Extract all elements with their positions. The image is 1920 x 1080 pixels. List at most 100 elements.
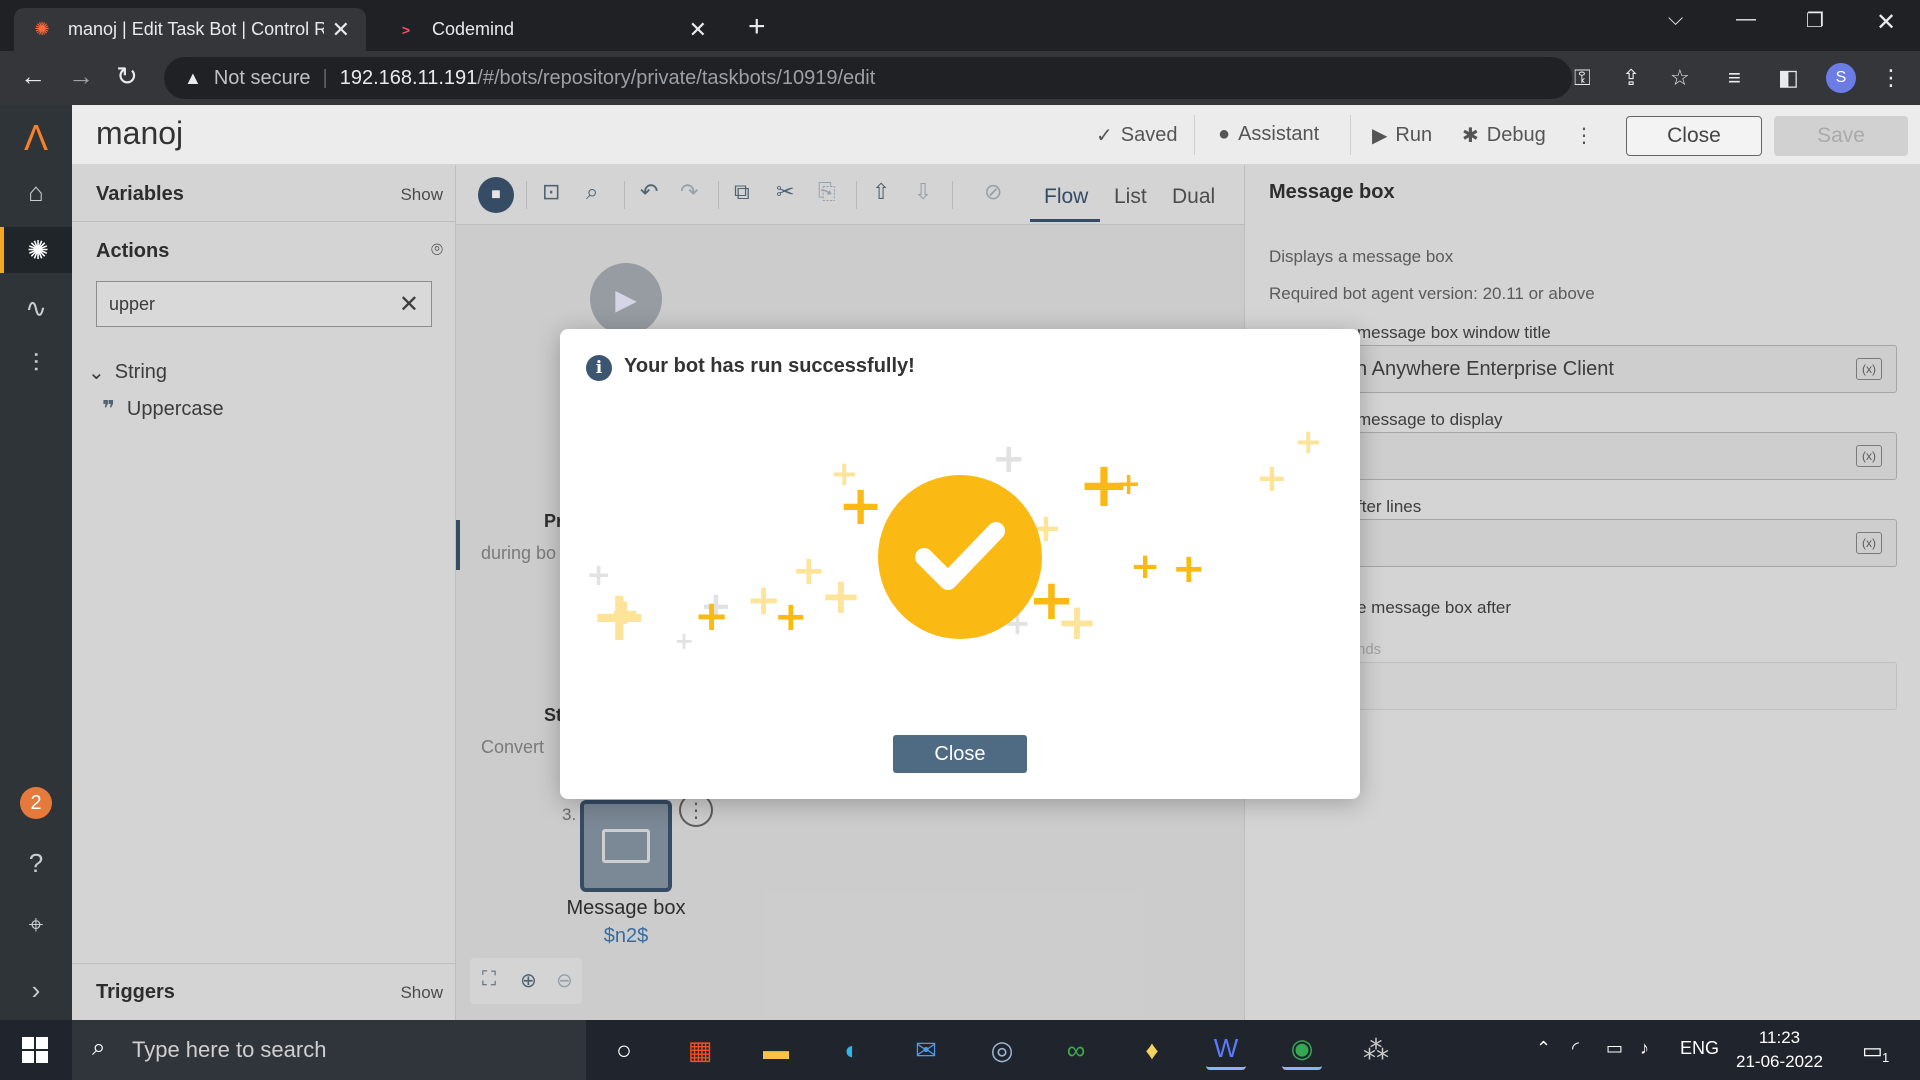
codemind-favicon: > [401,21,411,38]
restore-icon[interactable]: ❐ [1806,8,1824,33]
sparkle-icon: + [830,454,859,494]
notifications[interactable]: 2 [0,780,72,826]
bug-icon: ✱ [1462,125,1479,147]
chrome-menu-icon[interactable]: ⋮ [1880,65,1902,91]
volume-icon[interactable]: ♪ [1640,1038,1649,1059]
bots-icon[interactable]: ✺ [0,227,72,273]
divider [1350,115,1351,155]
new-tab-icon[interactable]: + [748,10,766,44]
location-check-icon[interactable]: ⌖ [0,902,72,948]
file-explorer-icon[interactable]: ▬ [756,1030,796,1070]
manage-icon[interactable]: ⫶ [0,341,72,387]
search-icon: ⌕ [92,1034,106,1061]
success-dialog: i Your bot has run successfully! + + + +… [560,329,1360,799]
microsoft-store-icon[interactable]: ▦ [680,1030,720,1070]
dialog-close-button[interactable]: Close [893,735,1027,773]
webex-icon[interactable]: W [1206,1030,1246,1070]
search-placeholder: Type here to search [132,1037,327,1062]
sparkle-icon: + [1256,456,1288,500]
geeksforgeeks-icon[interactable]: ∞ [1056,1030,1096,1070]
notification-count: 1 [1882,1050,1890,1065]
expand-rail-icon[interactable]: › [0,967,72,1013]
edge-icon[interactable]: ◐ [832,1030,872,1070]
tab-codemind[interactable]: > Codemind ✕ [378,8,723,51]
play-icon: ▶ [1372,125,1388,147]
battery-icon[interactable]: ▭ [1606,1038,1623,1059]
bot-name: manoj [96,115,184,151]
cortana-icon[interactable]: ○ [604,1030,644,1070]
address-bar-row: ← → ↻ ▲ Not secure | 192.168.11.191 /#/b… [0,51,1920,105]
home-icon[interactable]: ⌂ [0,169,72,215]
sparkle-icon: + [1294,422,1323,462]
security-label: Not secure [213,66,311,89]
windows-start-icon[interactable] [22,1037,48,1063]
more-options-icon[interactable]: ⋮ [1574,123,1594,148]
sparkle-icon: + [610,592,641,633]
url-field[interactable]: ▲ Not secure | 192.168.11.191 /#/bots/re… [164,57,1572,99]
url-host: 192.168.11.191 [339,66,478,89]
side-panel-icon[interactable]: ◧ [1778,65,1799,91]
tab-title: Codemind [432,19,515,39]
close-tab-icon[interactable]: ✕ [689,17,707,43]
share-icon[interactable]: ⇪ [1622,65,1640,91]
notification-center-icon[interactable]: ▭ [1862,1038,1883,1064]
run-label: Run [1395,124,1433,146]
close-window-icon[interactable]: ✕ [1876,8,1896,37]
dialog-message: Your bot has run successfully! [624,355,915,377]
assistant-button[interactable]: ● Assistant [1218,123,1319,146]
media-icon[interactable]: ≡ [1728,65,1741,91]
reload-icon[interactable]: ↻ [116,61,138,92]
time: 11:23 [1758,1028,1801,1047]
close-tab-icon[interactable]: ✕ [332,17,350,43]
show-hidden-icons[interactable]: ⌃ [1536,1038,1551,1059]
profile-avatar[interactable]: S [1826,63,1856,93]
windows-taskbar: ⌕ Type here to search ○ ▦ ▬ ◐ ✉ ◎ ∞ ♦ W … [0,1020,1920,1080]
debug-button[interactable]: ✱ Debug [1462,123,1546,148]
webex-meetings-icon[interactable]: ⁂ [1356,1030,1396,1070]
sparkle-icon: + [992,436,1026,482]
sparkle-icon: + [1116,467,1142,502]
browser-tab-strip: ✺ manoj | Edit Task Bot | Control Ro ✕ >… [0,0,1920,51]
info-icon: i [586,355,612,381]
help-icon[interactable]: ? [0,840,72,886]
editor-header: manoj ✓ Saved ● Assistant ▶ Run ✱ Debug … [72,105,1920,165]
automation-anywhere-logo[interactable]: Λ [0,115,72,161]
back-icon[interactable]: ← [20,61,46,92]
language-indicator[interactable]: ENG [1680,1038,1719,1059]
run-button[interactable]: ▶ Run [1372,123,1432,148]
network-icon[interactable]: ◜ [1572,1038,1579,1059]
minimize-icon[interactable]: — [1736,8,1756,31]
date: 21-06-2022 [1736,1052,1823,1071]
close-editor-button[interactable]: Close [1626,116,1762,156]
assistant-label: Assistant [1238,123,1320,145]
taskbar-search-input[interactable]: ⌕ Type here to search [72,1020,586,1080]
warning-icon: ▲ [184,67,202,88]
tab-control-room[interactable]: ✺ manoj | Edit Task Bot | Control Ro ✕ [14,8,366,51]
mail-icon[interactable]: ✉ [906,1030,946,1070]
success-check-icon [878,475,1042,639]
bookmark-star-icon[interactable]: ☆ [1670,65,1690,91]
debug-label: Debug [1486,124,1546,146]
check-icon: ✓ [1096,125,1113,147]
chrome-icon[interactable]: ◉ [1282,1030,1322,1070]
sparkle-icon: + [586,558,612,593]
sparkle-icon: + [820,567,862,625]
app-nav-rail: Λ ⌂ ✺ ∿ ⫶ 2 ? ⌖ › [0,105,72,1020]
saved-label: Saved [1120,124,1178,146]
key-icon[interactable]: ⚿ [1574,65,1591,91]
saved-status: ✓ Saved [1096,123,1177,148]
clock[interactable]: 11:23 21-06-2022 [1736,1026,1823,1074]
tab-search-icon[interactable]: ⌵ [1668,8,1683,31]
python-icon[interactable]: ♦ [1132,1030,1172,1070]
activity-icon[interactable]: ∿ [0,285,72,331]
sparkle-icon: + [694,591,730,640]
notification-badge: 2 [20,787,52,819]
assistant-icon: ● [1218,123,1231,145]
app-icon[interactable]: ◎ [982,1030,1022,1070]
url-path: /#/bots/repository/private/taskbots/1091… [477,66,876,89]
save-button[interactable]: Save [1774,116,1908,156]
divider [1194,115,1195,155]
forward-icon[interactable]: → [68,61,94,92]
sparkle-icon: + [1172,546,1206,592]
sparkle-icon: + [674,627,695,655]
